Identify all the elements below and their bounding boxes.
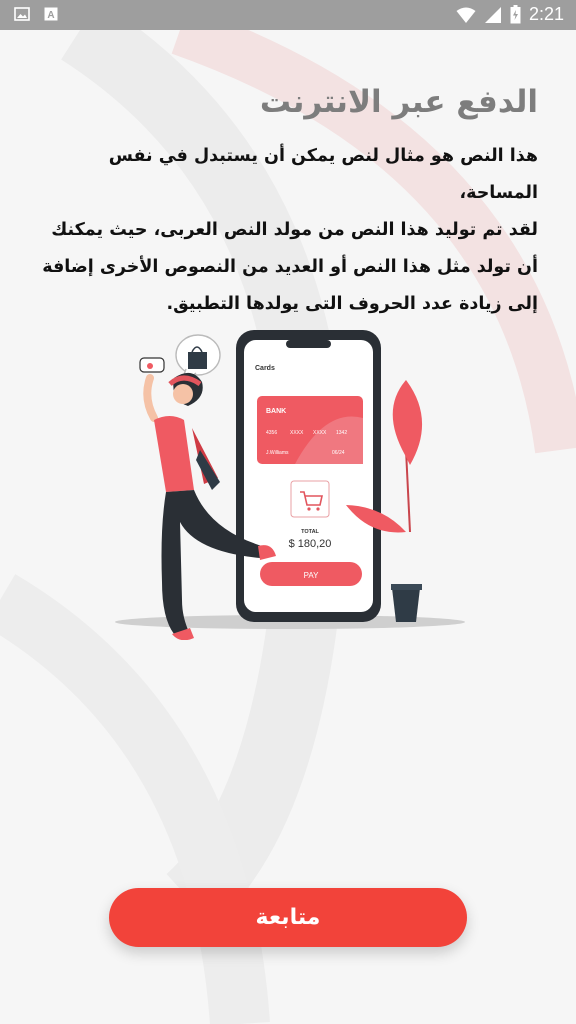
page-title: الدفع عبر الانترنت — [259, 84, 538, 120]
signal-icon — [484, 6, 501, 23]
phone: Cards BANK 4356 XXXX XXXX 1342 J.William… — [236, 330, 381, 622]
description-line: أن تولد مثل هذا النص أو العديد من النصوص… — [42, 257, 538, 277]
battery-icon — [510, 5, 521, 24]
card-header: Cards — [255, 365, 275, 372]
card-holder: J.Williams — [266, 450, 289, 456]
continue-button[interactable]: متابعة — [109, 888, 467, 947]
card-expiry: 06/24 — [332, 450, 345, 456]
description: هذا النص هو مثال لنص يمكن أن يستبدل في ن… — [33, 138, 538, 323]
card-bank: BANK — [266, 408, 286, 415]
payment-illustration: Cards BANK 4356 XXXX XXXX 1342 J.William… — [115, 330, 465, 640]
a-badge-icon: A — [44, 7, 58, 21]
card-number-part: XXXX — [313, 430, 327, 436]
clock: 2:21 — [528, 4, 564, 24]
card-number-part: 1342 — [336, 430, 347, 436]
svg-text:A: A — [47, 10, 54, 21]
status-bar: A 2:21 — [0, 0, 576, 30]
image-icon — [14, 7, 30, 21]
wifi-icon — [456, 7, 476, 23]
onboarding-screen: الدفع عبر الانترنت هذا النص هو مثال لنص … — [0, 30, 576, 1024]
card-number-part: 4356 — [266, 430, 277, 436]
description-line: هذا النص هو مثال لنص يمكن أن يستبدل في ن… — [108, 146, 538, 203]
description-line: لقد تم توليد هذا النص من مولد النص العرب… — [51, 220, 538, 240]
pay-label: PAY — [304, 571, 319, 580]
total-label: TOTAL — [301, 529, 319, 535]
card-number-part: XXXX — [290, 430, 304, 436]
total-amount: $ 180,20 — [289, 538, 332, 550]
